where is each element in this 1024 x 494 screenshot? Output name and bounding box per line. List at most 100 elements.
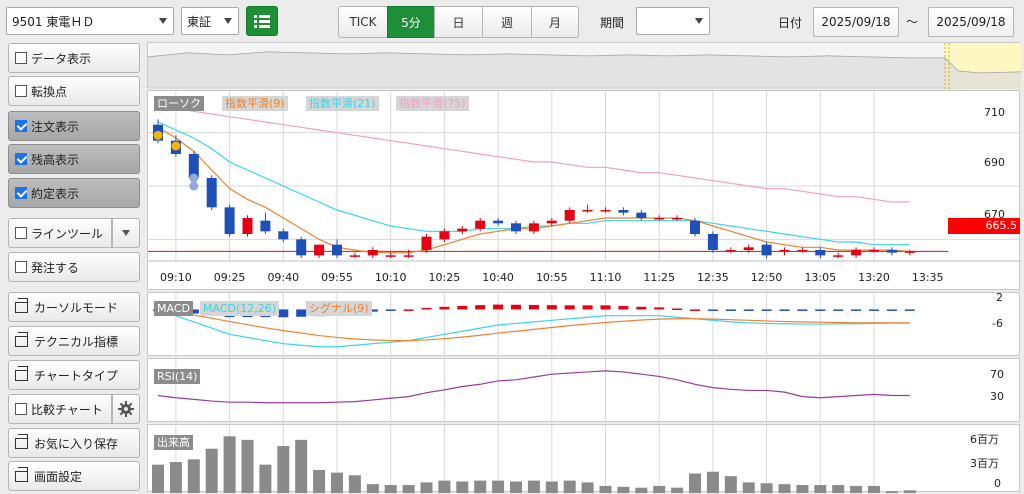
x-tick-label: 09:40 [267, 271, 299, 284]
date-separator: ～ [906, 15, 919, 29]
date-from-field[interactable]: 2025/09/18 [813, 7, 899, 37]
x-tick-label: 10:25 [429, 271, 461, 284]
volume-bar [903, 490, 916, 493]
candle-body [385, 255, 396, 257]
balance-view-toggle[interactable]: 残高表示 [8, 144, 140, 174]
macd-histogram-bar [761, 309, 772, 311]
volume-bar [778, 484, 791, 493]
tab-tick[interactable]: TICK [338, 6, 388, 38]
order-view-toggle[interactable]: 注文表示 [8, 111, 140, 141]
candle-body [779, 250, 790, 252]
volume-chart[interactable] [148, 425, 1021, 493]
checkbox[interactable] [15, 261, 27, 273]
favorite-save-label: お気に入り保存 [34, 436, 119, 451]
macd-histogram-bar [618, 306, 629, 310]
checkbox-checked[interactable] [15, 187, 27, 199]
candle-body [224, 207, 235, 234]
symbol-select-value: 9501 東電ＨＤ [12, 14, 95, 29]
x-tick-label: 13:05 [804, 271, 836, 284]
technical-button[interactable]: テクニカル指標 [8, 326, 140, 356]
rsi-panel[interactable]: RSI(14) 70 30 [147, 358, 1021, 423]
macd-histogram-bar [296, 309, 307, 317]
screen-settings-button[interactable]: 画面設定 [8, 461, 140, 491]
x-tick-label: 12:35 [697, 271, 729, 284]
volume-bar [331, 472, 343, 493]
order-toggle[interactable]: 発注する [8, 252, 140, 282]
symbol-select[interactable]: 9501 東電ＨＤ [6, 7, 174, 35]
checkbox[interactable] [15, 52, 27, 64]
volume-bar [223, 436, 236, 493]
line-tool-toggle[interactable]: ラインツール [8, 218, 112, 248]
navigator-overview [147, 43, 1022, 89]
volume-bar [384, 485, 397, 493]
rsi-chart[interactable] [148, 359, 1021, 423]
checkbox-checked[interactable] [15, 153, 27, 165]
volume-bar [706, 471, 719, 493]
legend-macd: MACD [154, 301, 193, 316]
cursor-mode-button[interactable]: カーソルモード [8, 292, 140, 322]
x-tick-label: 13:35 [912, 271, 944, 284]
volume-bar [456, 481, 469, 493]
compare-chart-toggle[interactable]: 比較チャート [8, 394, 112, 424]
checkbox[interactable] [15, 403, 27, 415]
checkbox[interactable] [15, 85, 27, 97]
volume-bar [277, 446, 290, 493]
volume-bar [420, 482, 433, 493]
tab-day[interactable]: 日 [434, 6, 483, 38]
macd-histogram-bar [851, 309, 862, 311]
chart-type-button[interactable]: チャートタイプ [8, 360, 140, 390]
macd-histogram-bar [546, 305, 557, 310]
order-label: 発注する [31, 260, 80, 275]
price-chart-panel[interactable]: 09:10 09:25 09:40 09:55 10:10 10:25 10:40 10:55… [147, 90, 1021, 291]
volume-bar [868, 485, 880, 493]
period-select[interactable] [636, 7, 710, 35]
balance-marker [189, 173, 199, 183]
checkbox-checked[interactable] [15, 120, 27, 132]
rsi-y-tick-70: 70 [990, 368, 1004, 381]
macd-panel[interactable]: MACD MACD(12,26) シグナル(9) 2 -6 [147, 291, 1020, 357]
list-menu-button[interactable] [246, 6, 278, 36]
candle-body [851, 250, 862, 256]
macd-histogram-bar [797, 309, 808, 311]
checkbox[interactable] [15, 227, 27, 239]
compare-settings-button[interactable] [112, 394, 140, 424]
volume-bar [545, 481, 558, 493]
candle-body [349, 255, 360, 257]
legend-rsi: RSI(14) [154, 369, 201, 384]
data-view-toggle[interactable]: データ表示 [8, 43, 140, 73]
chart-navigator[interactable] [147, 42, 1022, 89]
favorite-save-button[interactable]: お気に入り保存 [8, 428, 140, 458]
line-tool-dropdown[interactable] [112, 218, 140, 248]
date-to-field[interactable]: 2025/09/18 [928, 7, 1014, 37]
candle-body [564, 210, 575, 221]
price-chart[interactable]: 09:10 09:25 09:40 09:55 10:10 10:25 10:40 10:55… [148, 91, 1021, 291]
volume-bar [187, 459, 200, 493]
legend-ema21: 指数平滑(21) [306, 96, 379, 111]
balance-marker [189, 181, 199, 191]
market-select[interactable]: 東証 [181, 7, 239, 35]
line-tool-label: ラインツール [31, 226, 104, 241]
list-icon [254, 15, 270, 28]
candle-body [690, 220, 700, 234]
volume-bar [366, 484, 379, 493]
volume-bar [152, 464, 164, 493]
macd-histogram-bar [636, 306, 647, 310]
tab-month[interactable]: 月 [531, 6, 579, 38]
volume-bar [832, 485, 845, 493]
candle-body [493, 220, 504, 224]
x-tick-label: 12:50 [751, 271, 783, 284]
turn-point-toggle[interactable]: 転換点 [8, 76, 140, 106]
candle-body [242, 218, 253, 234]
technical-label: テクニカル指標 [34, 334, 119, 349]
volume-bar [474, 480, 487, 493]
volume-bar [671, 487, 684, 493]
x-tick-label: 10:55 [536, 271, 568, 284]
tab-5min[interactable]: 5分 [387, 6, 435, 38]
candle-body [761, 244, 772, 256]
tab-week[interactable]: 週 [482, 6, 532, 38]
volume-panel[interactable]: 出来高 6百万 3百万 0 [147, 424, 1021, 493]
exec-view-toggle[interactable]: 約定表示 [8, 178, 140, 208]
volume-bar [295, 439, 308, 493]
macd-histogram-bar [528, 304, 539, 310]
rsi-y-tick-30: 30 [990, 390, 1004, 403]
